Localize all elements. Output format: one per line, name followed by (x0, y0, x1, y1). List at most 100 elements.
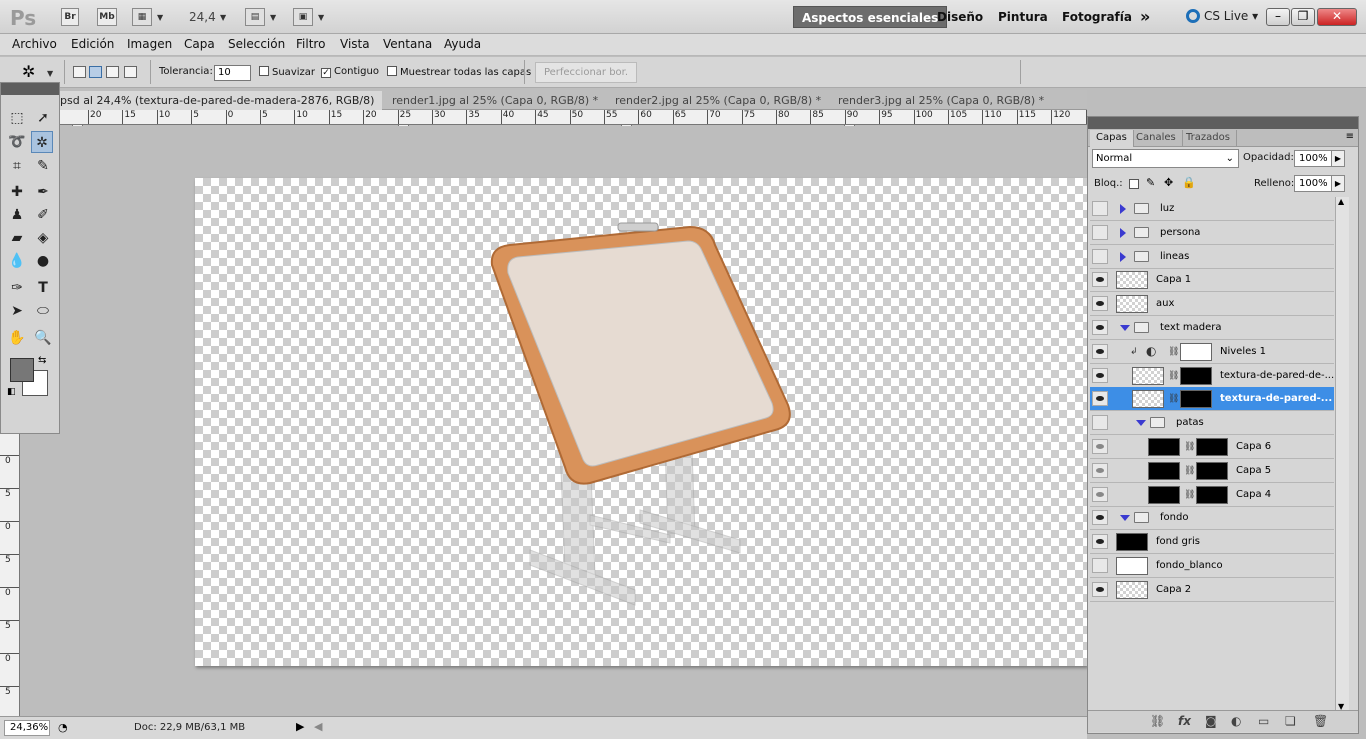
opacity-input[interactable]: 100% (1294, 150, 1332, 167)
collapsed-arrow-icon[interactable] (1120, 251, 1126, 262)
layer-row[interactable]: ⛓ Capa 5 (1090, 459, 1334, 483)
layer-thumbnail[interactable] (1116, 271, 1148, 290)
layer-row[interactable]: ⛓ textura-de-pared-... (1090, 387, 1334, 412)
marquee-tool-icon[interactable]: ⬚ (6, 107, 28, 129)
history-brush-tool-icon[interactable]: ✐ (32, 204, 54, 226)
visibility-eye-icon[interactable] (1092, 558, 1108, 573)
menu-ayuda[interactable]: Ayuda (444, 37, 481, 51)
layer-mask-thumbnail[interactable] (1196, 438, 1228, 456)
sample-all-layers-checkbox-box[interactable] (387, 66, 397, 76)
layer-thumbnail[interactable] (1116, 295, 1148, 314)
add-mask-icon[interactable]: ◙ (1205, 714, 1217, 728)
visibility-eye-icon[interactable] (1092, 248, 1108, 264)
layer-mask-thumbnail[interactable] (1180, 366, 1212, 385)
layer-thumbnail[interactable] (1132, 390, 1164, 409)
lock-pixels-icon[interactable]: ✎ (1146, 176, 1155, 189)
smooth-checkbox-box[interactable] (259, 66, 269, 76)
layer-thumbnail[interactable] (1116, 580, 1148, 599)
link-icon[interactable]: ⛓ (1168, 394, 1179, 404)
layer-row[interactable]: text madera (1090, 316, 1334, 340)
status-zoom-input[interactable]: 24,36% (4, 720, 50, 736)
scroll-up-icon[interactable]: ▲ (1338, 197, 1344, 206)
screen-mode-icon[interactable]: ▣ (293, 8, 313, 26)
new-group-icon[interactable]: ▭ (1258, 714, 1269, 728)
layer-mask-thumbnail[interactable] (1180, 390, 1212, 409)
visibility-eye-icon[interactable] (1092, 462, 1108, 478)
blur-tool-icon[interactable]: 💧 (6, 250, 28, 272)
layer-row[interactable]: patas (1090, 411, 1334, 436)
visibility-eye-icon[interactable] (1092, 320, 1108, 335)
bridge-button[interactable]: Br (61, 8, 79, 26)
delete-layer-icon[interactable]: 🗑 (1313, 714, 1328, 728)
layer-mask-thumbnail[interactable] (1196, 485, 1228, 504)
lasso-tool-icon[interactable]: ➰ (6, 131, 28, 153)
workspace-painting[interactable]: Pintura (990, 6, 1056, 28)
visibility-eye-icon[interactable] (1092, 201, 1108, 216)
foreground-color-swatch[interactable] (10, 358, 34, 382)
hand-tool-icon[interactable]: ✋ (6, 327, 28, 349)
layer-row[interactable]: Capa 2 (1090, 578, 1334, 602)
minimize-icon[interactable]: – (1266, 8, 1290, 26)
menu-filtro[interactable]: Filtro (296, 37, 325, 51)
visibility-eye-icon[interactable] (1092, 510, 1108, 526)
expanded-arrow-icon[interactable] (1120, 325, 1130, 331)
tab-psd[interactable]: psd al 24,4% (textura-de-pared-de-madera… (56, 91, 382, 128)
layer-row[interactable]: persona (1090, 221, 1334, 245)
layer-row[interactable]: luz (1090, 197, 1334, 221)
tolerance-input[interactable]: 10 (214, 65, 251, 81)
menu-imagen[interactable]: Imagen (127, 37, 172, 51)
zoom-level[interactable]: 24,4 (189, 10, 216, 24)
visibility-eye-icon[interactable] (1092, 224, 1108, 240)
horizontal-ruler[interactable]: 20 15 10 5 0 5 10 15 20 25 30 35 40 45 50 55 60 65 70 75 80 8… (20, 110, 1087, 125)
crop-tool-icon[interactable]: ⌗ (6, 155, 28, 177)
layers-scrollbar[interactable]: ▲ ▼ (1335, 197, 1349, 711)
extras-icon[interactable]: ▦ (132, 8, 152, 26)
arrange-dropdown-icon[interactable]: ▼ (270, 13, 276, 22)
arrange-documents-icon[interactable]: ▤ (245, 8, 265, 26)
status-menu-arrow-icon[interactable]: ▶ (296, 720, 304, 733)
smooth-checkbox[interactable]: Suavizar (259, 66, 315, 78)
add-to-selection-icon[interactable] (89, 66, 102, 78)
eraser-tool-icon[interactable]: ▰ (6, 227, 28, 249)
eyedropper-tool-icon[interactable]: ✎ (32, 155, 54, 177)
minibridge-button[interactable]: Mb (97, 8, 117, 26)
link-layers-icon[interactable]: ⛓ (1150, 714, 1165, 728)
tab-render2[interactable]: render2.jpg al 25% (Capa 0, RGB/8) *✕ (611, 91, 829, 128)
sample-all-layers-checkbox[interactable]: Muestrear todas las capas (387, 66, 531, 78)
path-selection-tool-icon[interactable]: ➤ (6, 300, 28, 322)
layer-thumbnail[interactable] (1148, 461, 1180, 480)
visibility-eye-icon[interactable] (1092, 272, 1108, 288)
menu-seleccion[interactable]: Selección (228, 37, 285, 51)
layer-thumbnail[interactable] (1148, 485, 1180, 504)
tool-preset-dropdown-icon[interactable]: ▼ (47, 69, 53, 78)
layer-thumbnail[interactable] (1116, 557, 1148, 575)
fill-slider-arrow-icon[interactable]: ▶ (1331, 175, 1345, 192)
layer-row[interactable]: Capa 1 (1090, 268, 1334, 293)
cs-live-menu[interactable]: CS Live ▾ (1186, 9, 1258, 23)
menu-archivo[interactable]: Archivo (12, 37, 57, 51)
tools-panel-header[interactable] (1, 83, 59, 95)
adjustment-layer-icon[interactable]: ◐ (1231, 714, 1241, 728)
visibility-eye-icon[interactable] (1092, 367, 1108, 383)
link-icon[interactable]: ⛓ (1168, 347, 1179, 357)
layer-mask-thumbnail[interactable] (1180, 342, 1212, 361)
link-icon[interactable]: ⛓ (1184, 442, 1195, 452)
layer-thumbnail[interactable] (1132, 366, 1164, 385)
brush-tool-icon[interactable]: ✒ (32, 181, 54, 203)
restore-icon[interactable]: ❐ (1291, 8, 1315, 26)
link-icon[interactable]: ⛓ (1184, 490, 1195, 500)
quick-selection-tool-icon[interactable]: ✲ (31, 131, 53, 153)
expanded-arrow-icon[interactable] (1136, 420, 1146, 427)
swap-colors-icon[interactable]: ⇆ (38, 355, 46, 366)
visibility-eye-icon[interactable] (1092, 486, 1108, 502)
healing-brush-tool-icon[interactable]: ✚ (6, 181, 28, 203)
layers-panel-header[interactable] (1088, 117, 1358, 129)
move-tool-icon[interactable]: ➚ (32, 107, 54, 129)
tab-render3[interactable]: render3.jpg al 25% (Capa 0, RGB/8) *✕ (834, 91, 1052, 128)
visibility-eye-icon[interactable] (1092, 581, 1108, 597)
intersect-selection-icon[interactable] (124, 66, 137, 78)
lock-all-icon[interactable]: 🔒 (1182, 176, 1196, 189)
layer-style-icon[interactable]: fx (1178, 714, 1191, 728)
collapsed-arrow-icon[interactable] (1120, 204, 1126, 214)
visibility-eye-icon[interactable] (1092, 391, 1108, 407)
